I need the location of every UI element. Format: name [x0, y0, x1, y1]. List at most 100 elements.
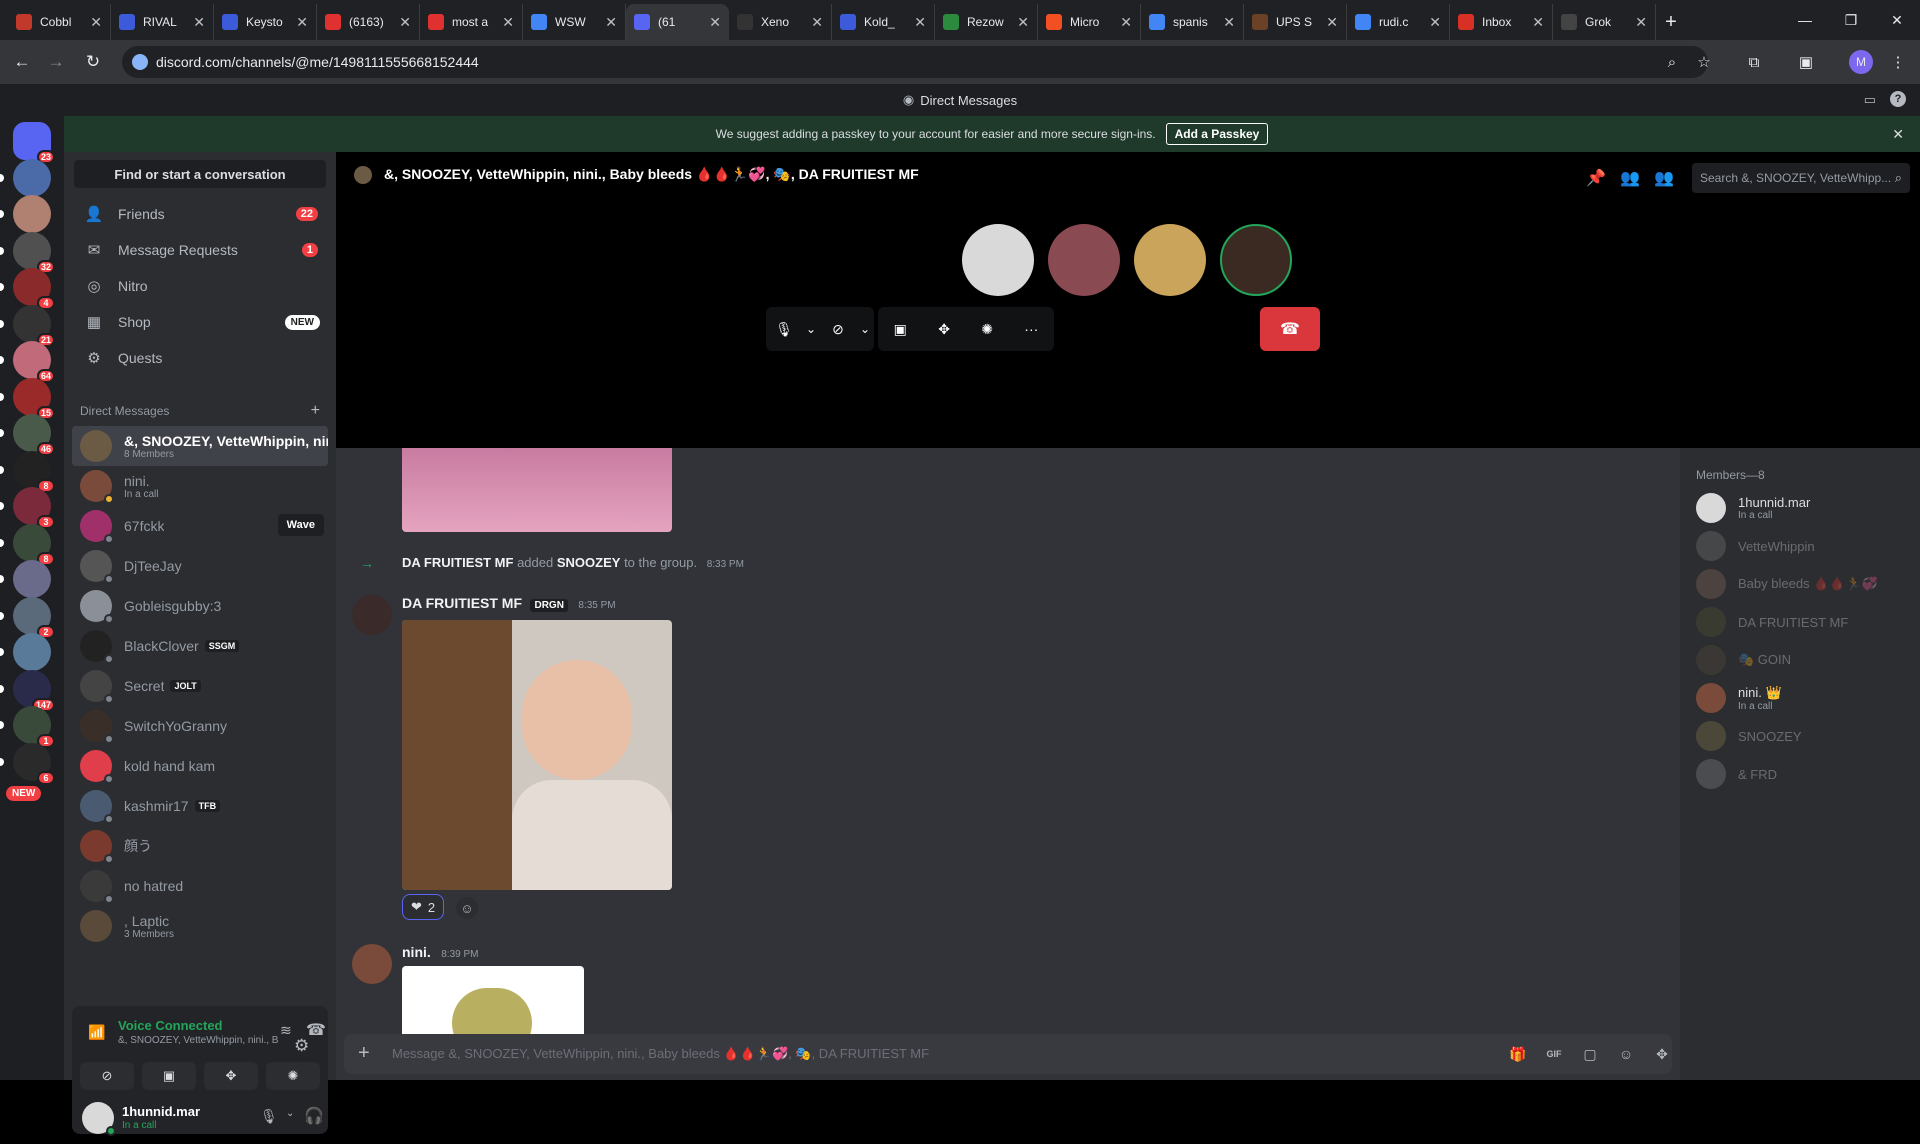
message-composer[interactable]: + Message &, SNOOZEY, VetteWhippin, nini…: [344, 1034, 1672, 1074]
tab-close-icon[interactable]: ✕: [811, 14, 823, 31]
dm-item[interactable]: , Laptic 3 Members: [72, 906, 328, 946]
tab-close-icon[interactable]: ✕: [296, 14, 308, 31]
member-item[interactable]: nini. 👑 In a call: [1696, 680, 1916, 716]
browser-tab[interactable]: RIVAL ✕: [111, 4, 214, 40]
add-reaction-icon[interactable]: ☺: [456, 897, 478, 919]
browser-tab[interactable]: Keysto ✕: [214, 4, 317, 40]
wave-button[interactable]: Wave: [277, 514, 324, 536]
menu-dots-icon[interactable]: ⋮: [1886, 50, 1910, 74]
browser-tab[interactable]: Cobbl ✕: [8, 4, 111, 40]
guild-tag[interactable]: DRGN: [530, 599, 568, 612]
help-icon[interactable]: ?: [1890, 91, 1906, 107]
tab-close-icon[interactable]: ✕: [1326, 14, 1338, 31]
browser-tab[interactable]: Micro ✕: [1038, 4, 1141, 40]
attach-plus-icon[interactable]: +: [358, 1042, 370, 1065]
new-tab-button[interactable]: +: [1656, 4, 1686, 40]
camera-off-icon[interactable]: ⊘: [820, 321, 856, 338]
author-avatar[interactable]: [352, 944, 392, 984]
gift-icon[interactable]: 🎁: [1508, 1044, 1528, 1064]
tab-close-icon[interactable]: ✕: [1429, 14, 1441, 31]
server-icon[interactable]: 4: [13, 268, 55, 310]
channel-search-input[interactable]: Search &, SNOOZEY, VetteWhipp... ⌕: [1692, 163, 1910, 193]
chevron-down-icon[interactable]: ⌄: [856, 322, 874, 336]
call-participant-avatar[interactable]: [962, 224, 1034, 296]
browser-tab[interactable]: Rezow ✕: [935, 4, 1038, 40]
tab-close-icon[interactable]: ✕: [1223, 14, 1235, 31]
dm-item[interactable]: 顔う: [72, 826, 328, 866]
call-participant-avatar[interactable]: [1048, 224, 1120, 296]
back-icon[interactable]: ←: [8, 48, 36, 76]
sidebar-item-quests[interactable]: ⚙ Quests: [72, 340, 328, 376]
author-avatar[interactable]: [352, 595, 392, 635]
create-dm-icon[interactable]: +: [311, 402, 320, 420]
settings-gear-icon[interactable]: ⚙: [294, 1036, 309, 1056]
leave-call-button[interactable]: ☎: [1260, 307, 1320, 351]
member-item[interactable]: VetteWhippin: [1696, 528, 1916, 564]
address-bar[interactable]: discord.com/channels/@me/149811155566815…: [122, 46, 1708, 78]
tab-close-icon[interactable]: ✕: [193, 14, 205, 31]
browser-tab[interactable]: spanis ✕: [1141, 4, 1244, 40]
message-author[interactable]: DA FRUITIEST MF: [402, 595, 522, 611]
browser-tab[interactable]: most a ✕: [420, 4, 523, 40]
server-icon[interactable]: 32: [13, 231, 55, 274]
tab-close-icon[interactable]: ✕: [914, 14, 926, 31]
member-item[interactable]: Baby bleeds 🩸🩸🏃💞: [1696, 566, 1916, 602]
server-icon[interactable]: 64: [13, 341, 55, 383]
voice-connected-label[interactable]: Voice Connected: [118, 1018, 223, 1033]
member-item[interactable]: DA FRUITIEST MF: [1696, 604, 1916, 640]
server-icon[interactable]: 21: [13, 304, 55, 347]
server-icon[interactable]: 1: [13, 706, 55, 748]
browser-tab[interactable]: Kold_ ✕: [832, 4, 935, 40]
tab-close-icon[interactable]: ✕: [709, 14, 721, 31]
dm-item[interactable]: BlackClover SSGM: [72, 626, 328, 666]
activities-icon[interactable]: ✥: [204, 1062, 258, 1090]
dm-item[interactable]: kold hand kam: [72, 746, 328, 786]
mic-icon[interactable]: 🎙: [260, 1108, 278, 1125]
server-icon[interactable]: 147: [13, 669, 55, 712]
soundboard-icon[interactable]: ✺: [981, 321, 993, 338]
message-author[interactable]: nini.: [402, 944, 431, 960]
minimize-icon[interactable]: —: [1782, 0, 1828, 40]
profile-avatar[interactable]: M: [1849, 50, 1873, 74]
zoom-icon[interactable]: ⌕: [1660, 50, 1684, 74]
call-participant-avatar[interactable]: [1134, 224, 1206, 296]
activities-icon[interactable]: ✥: [938, 321, 950, 338]
voice-channel-name[interactable]: &, SNOOZEY, VetteWhippin, nini., Baby b.…: [118, 1035, 278, 1046]
browser-tab[interactable]: Inbox ✕: [1450, 4, 1553, 40]
system-target[interactable]: SNOOZEY: [557, 555, 621, 570]
server-icon[interactable]: 8: [13, 450, 55, 493]
headphones-icon[interactable]: 🎧: [304, 1106, 324, 1126]
camera-off-icon[interactable]: ⊘: [80, 1062, 134, 1090]
dm-item[interactable]: no hatred: [72, 866, 328, 906]
member-item[interactable]: 🎭 GOIN: [1696, 642, 1916, 678]
tab-close-icon[interactable]: ✕: [1017, 14, 1029, 31]
soundboard-icon[interactable]: ✺: [266, 1062, 320, 1090]
tab-close-icon[interactable]: ✕: [1532, 14, 1544, 31]
gif-icon[interactable]: GIF: [1544, 1044, 1564, 1064]
inbox-icon[interactable]: ▭: [1864, 92, 1876, 108]
sidepanel-icon[interactable]: ▣: [1794, 50, 1818, 74]
sidebar-item-message-requests[interactable]: ✉ Message Requests 1: [72, 232, 328, 268]
server-icon[interactable]: [13, 633, 51, 671]
previous-image[interactable]: [402, 448, 672, 532]
sidebar-item-nitro[interactable]: ◎ Nitro: [72, 268, 328, 304]
more-options-icon[interactable]: ···: [1024, 321, 1038, 337]
baby-gif-image[interactable]: [402, 620, 672, 890]
forward-icon[interactable]: →: [42, 48, 70, 76]
extensions-icon[interactable]: ⧉: [1742, 50, 1766, 74]
emoji-icon[interactable]: ☺: [1616, 1044, 1636, 1064]
browser-tab[interactable]: WSW ✕: [523, 4, 626, 40]
server-icon[interactable]: [13, 158, 51, 197]
server-icon[interactable]: 2: [13, 596, 55, 639]
dm-item[interactable]: Secret JOLT: [72, 666, 328, 706]
screenshare-icon[interactable]: ▣: [894, 321, 907, 338]
dm-item[interactable]: nini. In a call: [72, 466, 328, 506]
apps-icon[interactable]: ✥: [1652, 1044, 1672, 1064]
server-icon[interactable]: 8: [13, 523, 55, 566]
dm-item[interactable]: SwitchYoGranny: [72, 706, 328, 746]
member-item[interactable]: SNOOZEY: [1696, 718, 1916, 754]
signal-icon[interactable]: 📶: [88, 1024, 105, 1041]
server-icon[interactable]: 46: [13, 414, 55, 456]
browser-tab[interactable]: Grok ✕: [1553, 4, 1656, 40]
chevron-down-icon[interactable]: ⌄: [802, 322, 820, 336]
